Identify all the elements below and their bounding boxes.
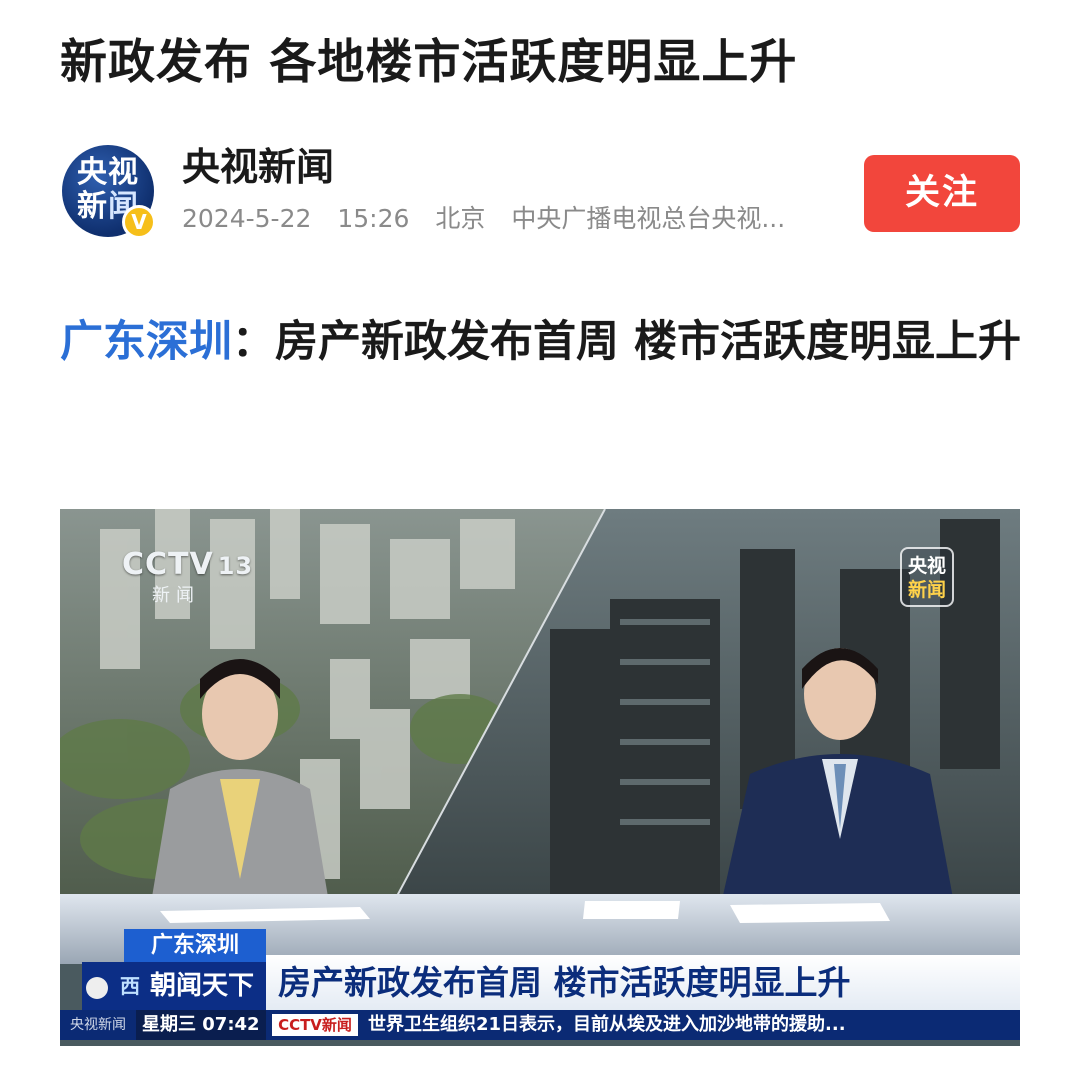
ticker-channel: CCTV新闻 (272, 1014, 358, 1036)
news-video-frame[interactable]: CCTV 13 新闻 央视 新闻 广东深圳 西朝闻天下 房产新政发布首周 楼市活跃… (60, 509, 1020, 1046)
news-ticker: 星期三 07:42 CCTV新闻 世界卫生组织21日表示，目前从埃及进入加沙地带… (60, 1010, 1020, 1040)
cctv-channel-sub: 新闻 (152, 585, 200, 606)
subhead-separator: ： (232, 317, 275, 367)
avatar-line-2a: 新 (77, 189, 108, 224)
post-meta: 2024-5-22 15:26 北京 中央广播电视总台央视... (182, 202, 803, 236)
post-date: 2024-5-22 (182, 204, 312, 233)
post-source: 中央广播电视总台央视... (511, 204, 786, 233)
subhead-text: 房产新政发布首周 楼市活跃度明显上升 (275, 317, 1021, 367)
caption-location-tag: 广东深圳 (124, 929, 266, 962)
post-location: 北京 (435, 204, 486, 233)
verified-icon: V (122, 205, 156, 239)
article-subhead: 广东深圳：房产新政发布首周 楼市活跃度明显上升 (60, 307, 1030, 377)
author-name[interactable]: 央视新闻 (182, 142, 334, 192)
follow-button[interactable]: 关注 (864, 155, 1020, 232)
cctv-channel-logo: CCTV 13 (122, 547, 254, 582)
ticker-side-label: 央视新闻 (70, 1017, 126, 1033)
ticker-text: 世界卫生组织21日表示，目前从埃及进入加沙地带的援助... (368, 1014, 846, 1035)
video-main-caption: 房产新政发布首周 楼市活跃度明显上升 (266, 955, 1020, 1010)
program-name: 西朝闻天下 (82, 962, 266, 1010)
ticker-weekday-time: 星期三 07:42 (136, 1010, 266, 1040)
play-icon[interactable] (86, 977, 108, 999)
article-headline: 新政发布 各地楼市活跃度明显上升 (60, 35, 798, 90)
post-time: 15:26 (337, 204, 410, 233)
avatar-line-1: 央视 (77, 155, 139, 190)
cctv-news-badge: 央视 新闻 (900, 547, 954, 607)
subhead-location: 广东深圳 (60, 317, 232, 367)
